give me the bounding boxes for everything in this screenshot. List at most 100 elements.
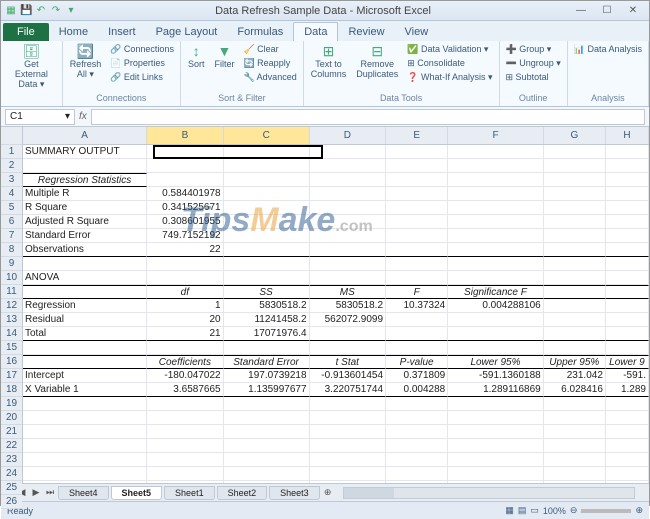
tab-formulas[interactable]: Formulas [227, 23, 293, 41]
sheet-tab-sheet2[interactable]: Sheet2 [217, 486, 268, 500]
cell-A6[interactable]: Adjusted R Square [23, 215, 147, 229]
cell-A2[interactable] [23, 159, 147, 173]
cell-B9[interactable] [147, 257, 223, 271]
cell-A25[interactable] [23, 481, 147, 483]
cell-D21[interactable] [310, 425, 386, 439]
cell-G18[interactable]: 6.028416 [544, 383, 606, 397]
cell-C17[interactable]: 197.0739218 [224, 369, 310, 383]
cell-B6[interactable]: 0.308601955 [147, 215, 223, 229]
cell-B2[interactable] [147, 159, 223, 173]
cell-E17[interactable]: 0.371809 [386, 369, 448, 383]
cell-E16[interactable]: P-value [386, 355, 448, 369]
ribbon-item[interactable]: ➖ Ungroup ▾ [504, 57, 563, 70]
cell-C5[interactable] [224, 201, 310, 215]
cell-H18[interactable]: 1.289 [606, 383, 649, 397]
cell-D16[interactable]: t Stat [310, 355, 386, 369]
cell-D6[interactable] [310, 215, 386, 229]
cell-D14[interactable] [310, 327, 386, 341]
cell-D12[interactable]: 5830518.2 [310, 299, 386, 313]
cell-C2[interactable] [224, 159, 310, 173]
zoom-in-button[interactable]: ⊕ [635, 505, 643, 516]
cell-C9[interactable] [224, 257, 310, 271]
cell-D8[interactable] [310, 243, 386, 257]
cell-H8[interactable] [606, 243, 649, 257]
row-header-16[interactable]: 16 [1, 355, 22, 369]
cell-G19[interactable] [544, 397, 606, 411]
cell-H21[interactable] [606, 425, 649, 439]
cell-B1[interactable] [147, 145, 223, 159]
cell-F17[interactable]: -591.1360188 [448, 369, 544, 383]
chevron-down-icon[interactable]: ▾ [65, 111, 70, 122]
cell-G10[interactable] [544, 271, 606, 285]
cell-D19[interactable] [310, 397, 386, 411]
cell-F11[interactable]: Significance F [448, 285, 544, 299]
tab-file[interactable]: File [3, 23, 49, 41]
row-header-25[interactable]: 25 [1, 481, 22, 495]
row-header-5[interactable]: 5 [1, 201, 22, 215]
cell-B17[interactable]: -180.047022 [147, 369, 223, 383]
ribbon-item[interactable]: 🔗 Edit Links [108, 71, 176, 84]
cell-C7[interactable] [224, 229, 310, 243]
cell-E6[interactable] [386, 215, 448, 229]
horizontal-scrollbar[interactable] [343, 487, 635, 499]
cell-C19[interactable] [224, 397, 310, 411]
cell-H15[interactable] [606, 341, 649, 355]
cell-A19[interactable] [23, 397, 147, 411]
cell-A21[interactable] [23, 425, 147, 439]
tab-data[interactable]: Data [293, 22, 338, 41]
cell-D15[interactable] [310, 341, 386, 355]
sheet-nav-next[interactable]: ▶ [29, 487, 43, 498]
cell-A24[interactable] [23, 467, 147, 481]
col-header-H[interactable]: H [606, 127, 649, 144]
name-box[interactable]: C1▾ [5, 109, 75, 125]
col-header-G[interactable]: G [544, 127, 606, 144]
cell-G20[interactable] [544, 411, 606, 425]
cell-E7[interactable] [386, 229, 448, 243]
cell-A1[interactable]: SUMMARY OUTPUT [23, 145, 147, 159]
cell-B4[interactable]: 0.584401978 [147, 187, 223, 201]
cell-C25[interactable] [224, 481, 310, 483]
cell-D10[interactable] [310, 271, 386, 285]
formula-input[interactable] [91, 109, 645, 125]
cell-A11[interactable] [23, 285, 147, 299]
cell-H17[interactable]: -591. [606, 369, 649, 383]
cell-C22[interactable] [224, 439, 310, 453]
cell-F20[interactable] [448, 411, 544, 425]
cell-H16[interactable]: Lower 9 [606, 355, 649, 369]
cell-E25[interactable] [386, 481, 448, 483]
cell-H3[interactable] [606, 173, 649, 187]
cell-E21[interactable] [386, 425, 448, 439]
ribbon-item[interactable]: 🔗 Connections [108, 43, 176, 56]
cell-A9[interactable] [23, 257, 147, 271]
row-header-22[interactable]: 22 [1, 439, 22, 453]
cell-H10[interactable] [606, 271, 649, 285]
cell-G22[interactable] [544, 439, 606, 453]
ribbon-item[interactable]: ❓ What-If Analysis ▾ [405, 71, 494, 84]
cell-A16[interactable] [23, 355, 147, 369]
cell-C24[interactable] [224, 467, 310, 481]
cell-A5[interactable]: R Square [23, 201, 147, 215]
cell-B25[interactable] [147, 481, 223, 483]
cell-C14[interactable]: 17071976.4 [224, 327, 310, 341]
row-header-3[interactable]: 3 [1, 173, 22, 187]
tab-page-layout[interactable]: Page Layout [146, 23, 228, 41]
cell-G5[interactable] [544, 201, 606, 215]
minimize-button[interactable]: — [569, 4, 593, 18]
col-header-B[interactable]: B [147, 127, 223, 144]
cell-H1[interactable] [606, 145, 649, 159]
cell-F15[interactable] [448, 341, 544, 355]
ribbon-item[interactable]: 🧹 Clear [241, 43, 298, 56]
cell-A10[interactable]: ANOVA [23, 271, 147, 285]
row-header-13[interactable]: 13 [1, 313, 22, 327]
cell-E15[interactable] [386, 341, 448, 355]
cell-B15[interactable] [147, 341, 223, 355]
cell-F12[interactable]: 0.004288106 [448, 299, 544, 313]
cell-D9[interactable] [310, 257, 386, 271]
cell-B10[interactable] [147, 271, 223, 285]
cell-G21[interactable] [544, 425, 606, 439]
cell-E10[interactable] [386, 271, 448, 285]
cell-H25[interactable] [606, 481, 649, 483]
cell-F25[interactable] [448, 481, 544, 483]
cell-A12[interactable]: Regression [23, 299, 147, 313]
cell-G13[interactable] [544, 313, 606, 327]
